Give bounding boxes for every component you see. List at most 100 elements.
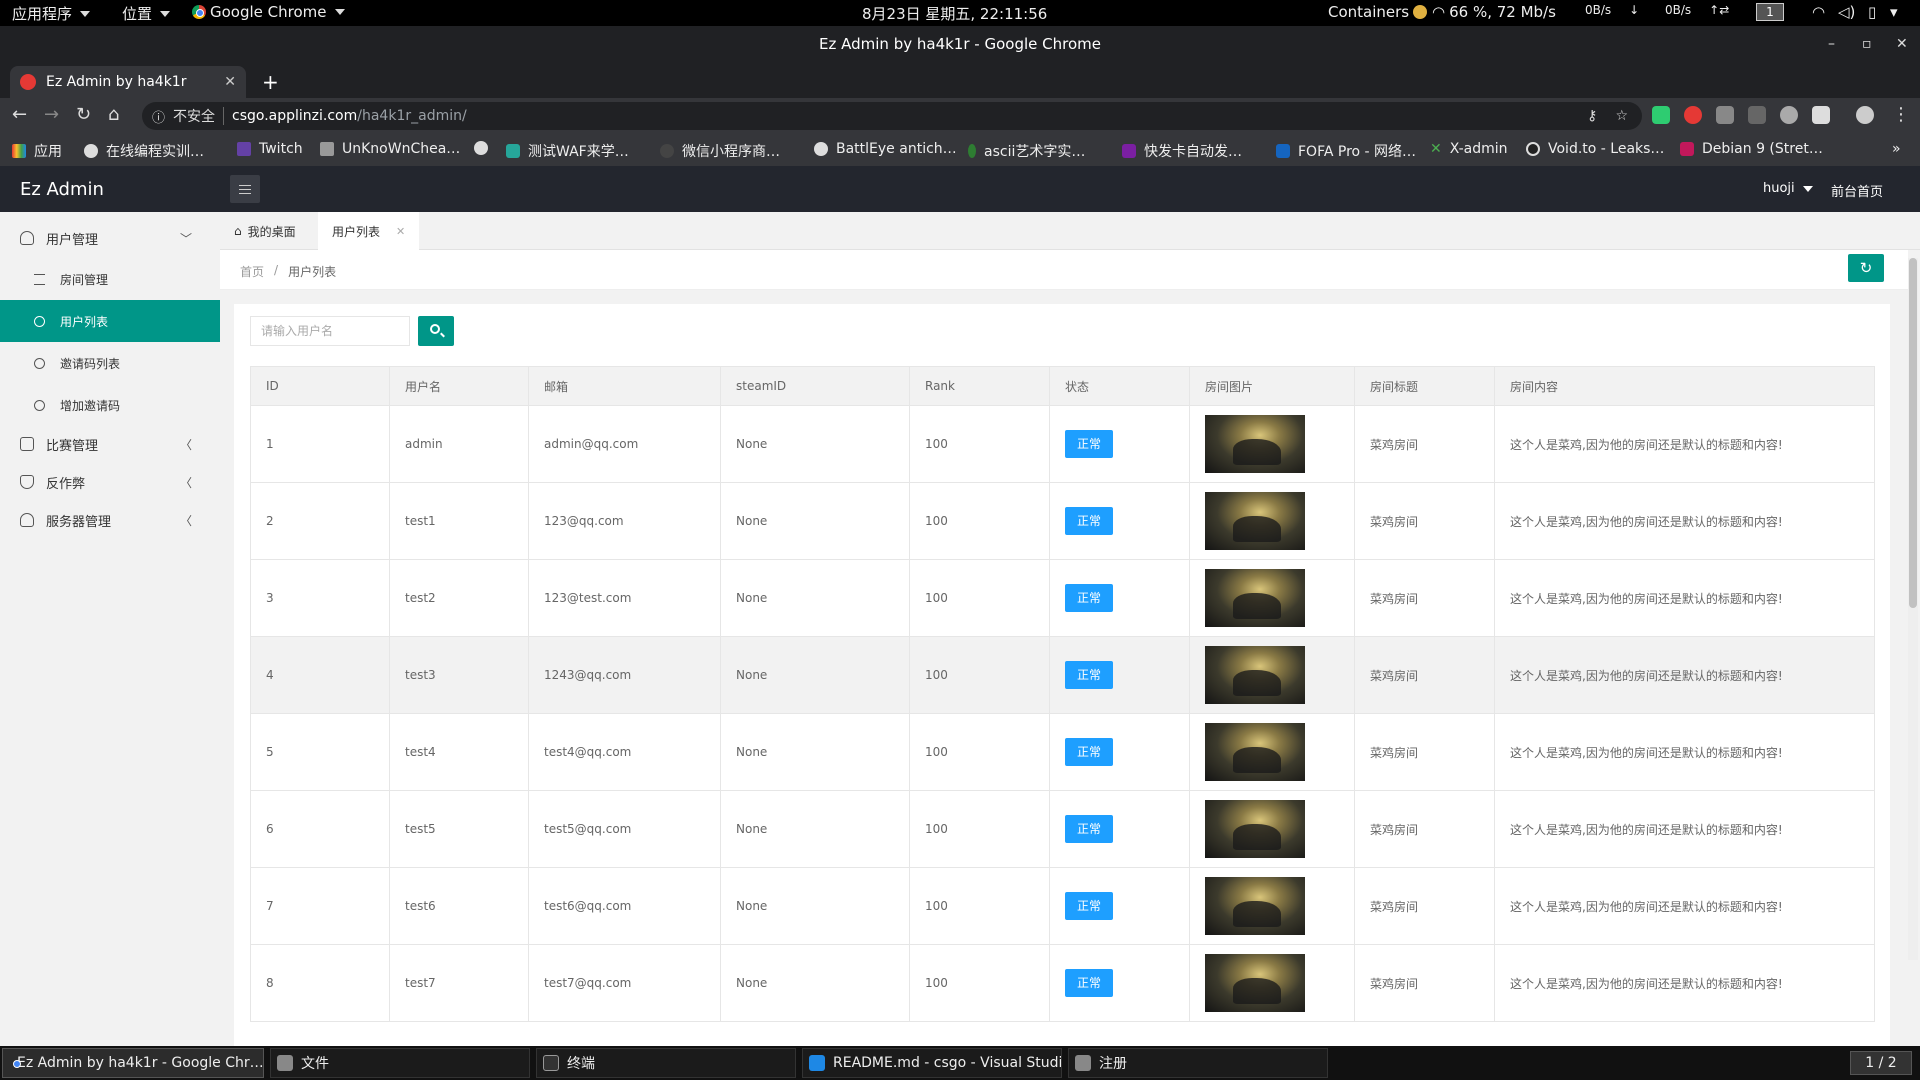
tab-user-list[interactable]: 用户列表 ✕ bbox=[318, 212, 420, 250]
sidebar-item-user-mgmt[interactable]: 用户管理 ﹀ bbox=[0, 218, 220, 258]
table-row[interactable]: 6 test5 test5@qq.com None 100 正常 菜鸡房间 这个人是菜鸡,因为… bbox=[250, 790, 1875, 868]
extension-doc-icon[interactable] bbox=[1812, 106, 1830, 124]
sidebar-item-room-mgmt[interactable]: 房间管理 bbox=[0, 258, 220, 300]
bookmark-item[interactable]: UnKnoWnChea… bbox=[320, 141, 460, 157]
apps-menu[interactable]: 应用程序 bbox=[12, 3, 91, 24]
extension-ghost-icon[interactable] bbox=[1780, 106, 1798, 124]
front-page-link[interactable]: 前台首页 bbox=[1831, 181, 1883, 200]
close-tab-icon[interactable]: ✕ bbox=[396, 225, 405, 238]
bookmark-item[interactable]: ✕ X-admin bbox=[1430, 141, 1508, 157]
table-row[interactable]: 4 test3 1243@qq.com None 100 正常 菜鸡房间 这个人是菜鸡,因为他… bbox=[250, 636, 1875, 714]
browser-tab-active[interactable]: Ez Admin by ha4k1r ✕ bbox=[10, 66, 246, 98]
bookmark-item[interactable]: 在线编程实训… bbox=[84, 141, 204, 161]
status-button[interactable]: 正常 bbox=[1065, 738, 1114, 766]
bookmark-item[interactable]: 测试WAF来学… bbox=[506, 141, 629, 161]
close-tab-icon[interactable]: ✕ bbox=[224, 74, 236, 90]
app-logo[interactable]: Ez Admin bbox=[20, 179, 104, 200]
status-button[interactable]: 正常 bbox=[1065, 507, 1114, 535]
search-input[interactable] bbox=[250, 316, 410, 346]
forward-icon[interactable]: → bbox=[44, 104, 59, 125]
table-row[interactable]: 2 test1 123@qq.com None 100 正常 菜鸡房间 这个人是菜鸡,因为他的… bbox=[250, 482, 1875, 560]
browser-app-menu[interactable]: Google Chrome bbox=[192, 3, 345, 21]
room-thumbnail[interactable] bbox=[1205, 569, 1305, 627]
extension-mail-icon[interactable] bbox=[1716, 106, 1734, 124]
sidebar-item-user-list[interactable]: 用户列表 bbox=[0, 300, 220, 342]
room-thumbnail[interactable] bbox=[1205, 954, 1305, 1012]
table-row[interactable]: 7 test6 test6@qq.com None 100 正常 菜鸡房间 这个人是菜鸡,因为… bbox=[250, 867, 1875, 945]
power-menu-icon[interactable]: ▾ bbox=[1890, 3, 1898, 21]
star-icon[interactable]: ☆ bbox=[1615, 108, 1628, 124]
profile-avatar-icon[interactable] bbox=[1856, 106, 1874, 124]
room-thumbnail[interactable] bbox=[1205, 723, 1305, 781]
bookmark-item[interactable]: FOFA Pro - 网络… bbox=[1276, 141, 1416, 161]
status-button[interactable]: 正常 bbox=[1065, 815, 1114, 843]
bookmark-item[interactable]: 微信小程序商… bbox=[660, 141, 780, 161]
bookmark-item[interactable] bbox=[474, 141, 496, 155]
taskbar-register[interactable]: 注册 bbox=[1068, 1048, 1328, 1078]
room-thumbnail[interactable] bbox=[1205, 415, 1305, 473]
table-row[interactable]: 8 test7 test7@qq.com None 100 正常 菜鸡房间 这个人是菜鸡,因为… bbox=[250, 944, 1875, 1022]
status-button[interactable]: 正常 bbox=[1065, 969, 1114, 997]
room-thumbnail[interactable] bbox=[1205, 877, 1305, 935]
bookmark-item[interactable]: ascii艺术字实… bbox=[968, 141, 1085, 161]
close-window-icon[interactable]: ✕ bbox=[1896, 26, 1908, 62]
chevron-left-icon: 〈 bbox=[180, 513, 193, 528]
status-button[interactable]: 正常 bbox=[1065, 661, 1114, 689]
sidebar-item-match-mgmt[interactable]: 比赛管理 〈 bbox=[0, 424, 220, 464]
wifi-indicator[interactable]: ◠ 66 %, 72 Mb/s bbox=[1432, 3, 1556, 21]
taskbar-chrome[interactable]: Ez Admin by ha4k1r - Google Chr… bbox=[2, 1048, 264, 1078]
tab-home[interactable]: ⌂ 我的桌面 bbox=[220, 212, 310, 250]
taskbar-terminal[interactable]: 终端 bbox=[536, 1048, 796, 1078]
status-button[interactable]: 正常 bbox=[1065, 430, 1114, 458]
network-icon[interactable]: ◠ bbox=[1812, 3, 1825, 21]
more-menu-icon[interactable]: ⋮ bbox=[1892, 104, 1910, 125]
user-menu[interactable]: huoji bbox=[1763, 181, 1813, 196]
room-thumbnail[interactable] bbox=[1205, 800, 1305, 858]
room-thumbnail[interactable] bbox=[1205, 646, 1305, 704]
room-thumbnail[interactable] bbox=[1205, 492, 1305, 550]
workspace-pager[interactable]: 1 / 2 bbox=[1850, 1051, 1912, 1075]
minimize-icon[interactable]: – bbox=[1828, 26, 1835, 62]
bookmark-item[interactable]: BattlEye antich… bbox=[814, 141, 957, 157]
taskbar-files[interactable]: 文件 bbox=[270, 1048, 530, 1078]
places-menu[interactable]: 位置 bbox=[122, 3, 171, 24]
workspace-switcher[interactable]: 1 bbox=[1756, 3, 1784, 21]
breadcrumb-home[interactable]: 首页 bbox=[240, 263, 264, 280]
extension-ublock-icon[interactable] bbox=[1684, 106, 1702, 124]
extension-shield-icon[interactable] bbox=[1652, 106, 1670, 124]
menu-toggle-icon[interactable] bbox=[230, 175, 260, 203]
reload-icon[interactable]: ↻ bbox=[76, 104, 91, 125]
clock[interactable]: 8月23日 星期五, 22:11:56 bbox=[862, 3, 1047, 24]
status-button[interactable]: 正常 bbox=[1065, 892, 1114, 920]
bookmark-item[interactable]: 快发卡自动发… bbox=[1122, 141, 1242, 161]
scrollbar-thumb[interactable] bbox=[1909, 258, 1917, 608]
address-bar[interactable]: ⓘ 不安全 csgo.applinzi.com/ha4k1r_admin/ ⚷ … bbox=[142, 102, 1642, 130]
bookmark-apps[interactable]: 应用 bbox=[12, 141, 62, 161]
bookmarks-overflow-icon[interactable]: » bbox=[1892, 141, 1901, 157]
table-row[interactable]: 1 admin admin@qq.com None 100 正常 菜鸡房间 这个人是菜鸡,因为… bbox=[250, 405, 1875, 483]
extension-link-icon[interactable] bbox=[1748, 106, 1766, 124]
maximize-icon[interactable]: ▫ bbox=[1862, 26, 1872, 62]
refresh-button[interactable]: ↻ bbox=[1848, 254, 1884, 282]
taskbar-vscode[interactable]: README.md - csgo - Visual Studi… bbox=[802, 1048, 1062, 1078]
battery-icon[interactable]: ▯ bbox=[1868, 3, 1876, 21]
bookmark-item[interactable]: Twitch bbox=[237, 141, 303, 157]
sidebar-item-server-mgmt[interactable]: 服务器管理 〈 bbox=[0, 500, 220, 540]
containers-indicator[interactable]: Containers bbox=[1328, 3, 1428, 21]
search-button[interactable] bbox=[418, 316, 454, 346]
sidebar-item-anticheat[interactable]: 反作弊 〈 bbox=[0, 462, 220, 502]
home-icon[interactable]: ⌂ bbox=[108, 104, 119, 125]
bookmark-item[interactable]: Debian 9 (Stret… bbox=[1680, 141, 1823, 157]
sidebar-item-add-invite[interactable]: 增加邀请码 bbox=[0, 384, 220, 426]
status-button[interactable]: 正常 bbox=[1065, 584, 1114, 612]
key-icon[interactable]: ⚷ bbox=[1587, 108, 1597, 124]
table-row[interactable]: 3 test2 123@test.com None 100 正常 菜鸡房间 这个人是菜鸡,因为… bbox=[250, 559, 1875, 637]
page-scrollbar[interactable] bbox=[1908, 258, 1918, 960]
sidebar-item-invite-list[interactable]: 邀请码列表 bbox=[0, 342, 220, 384]
back-icon[interactable]: ← bbox=[12, 104, 27, 125]
new-tab-icon[interactable]: + bbox=[262, 70, 279, 94]
table-row[interactable]: 5 test4 test4@qq.com None 100 正常 菜鸡房间 这个人是菜鸡,因为… bbox=[250, 713, 1875, 791]
volume-icon[interactable]: ◁) bbox=[1838, 3, 1855, 21]
bookmark-item[interactable]: Void.to - Leaks… bbox=[1526, 141, 1664, 157]
info-icon[interactable]: ⓘ bbox=[152, 107, 165, 126]
